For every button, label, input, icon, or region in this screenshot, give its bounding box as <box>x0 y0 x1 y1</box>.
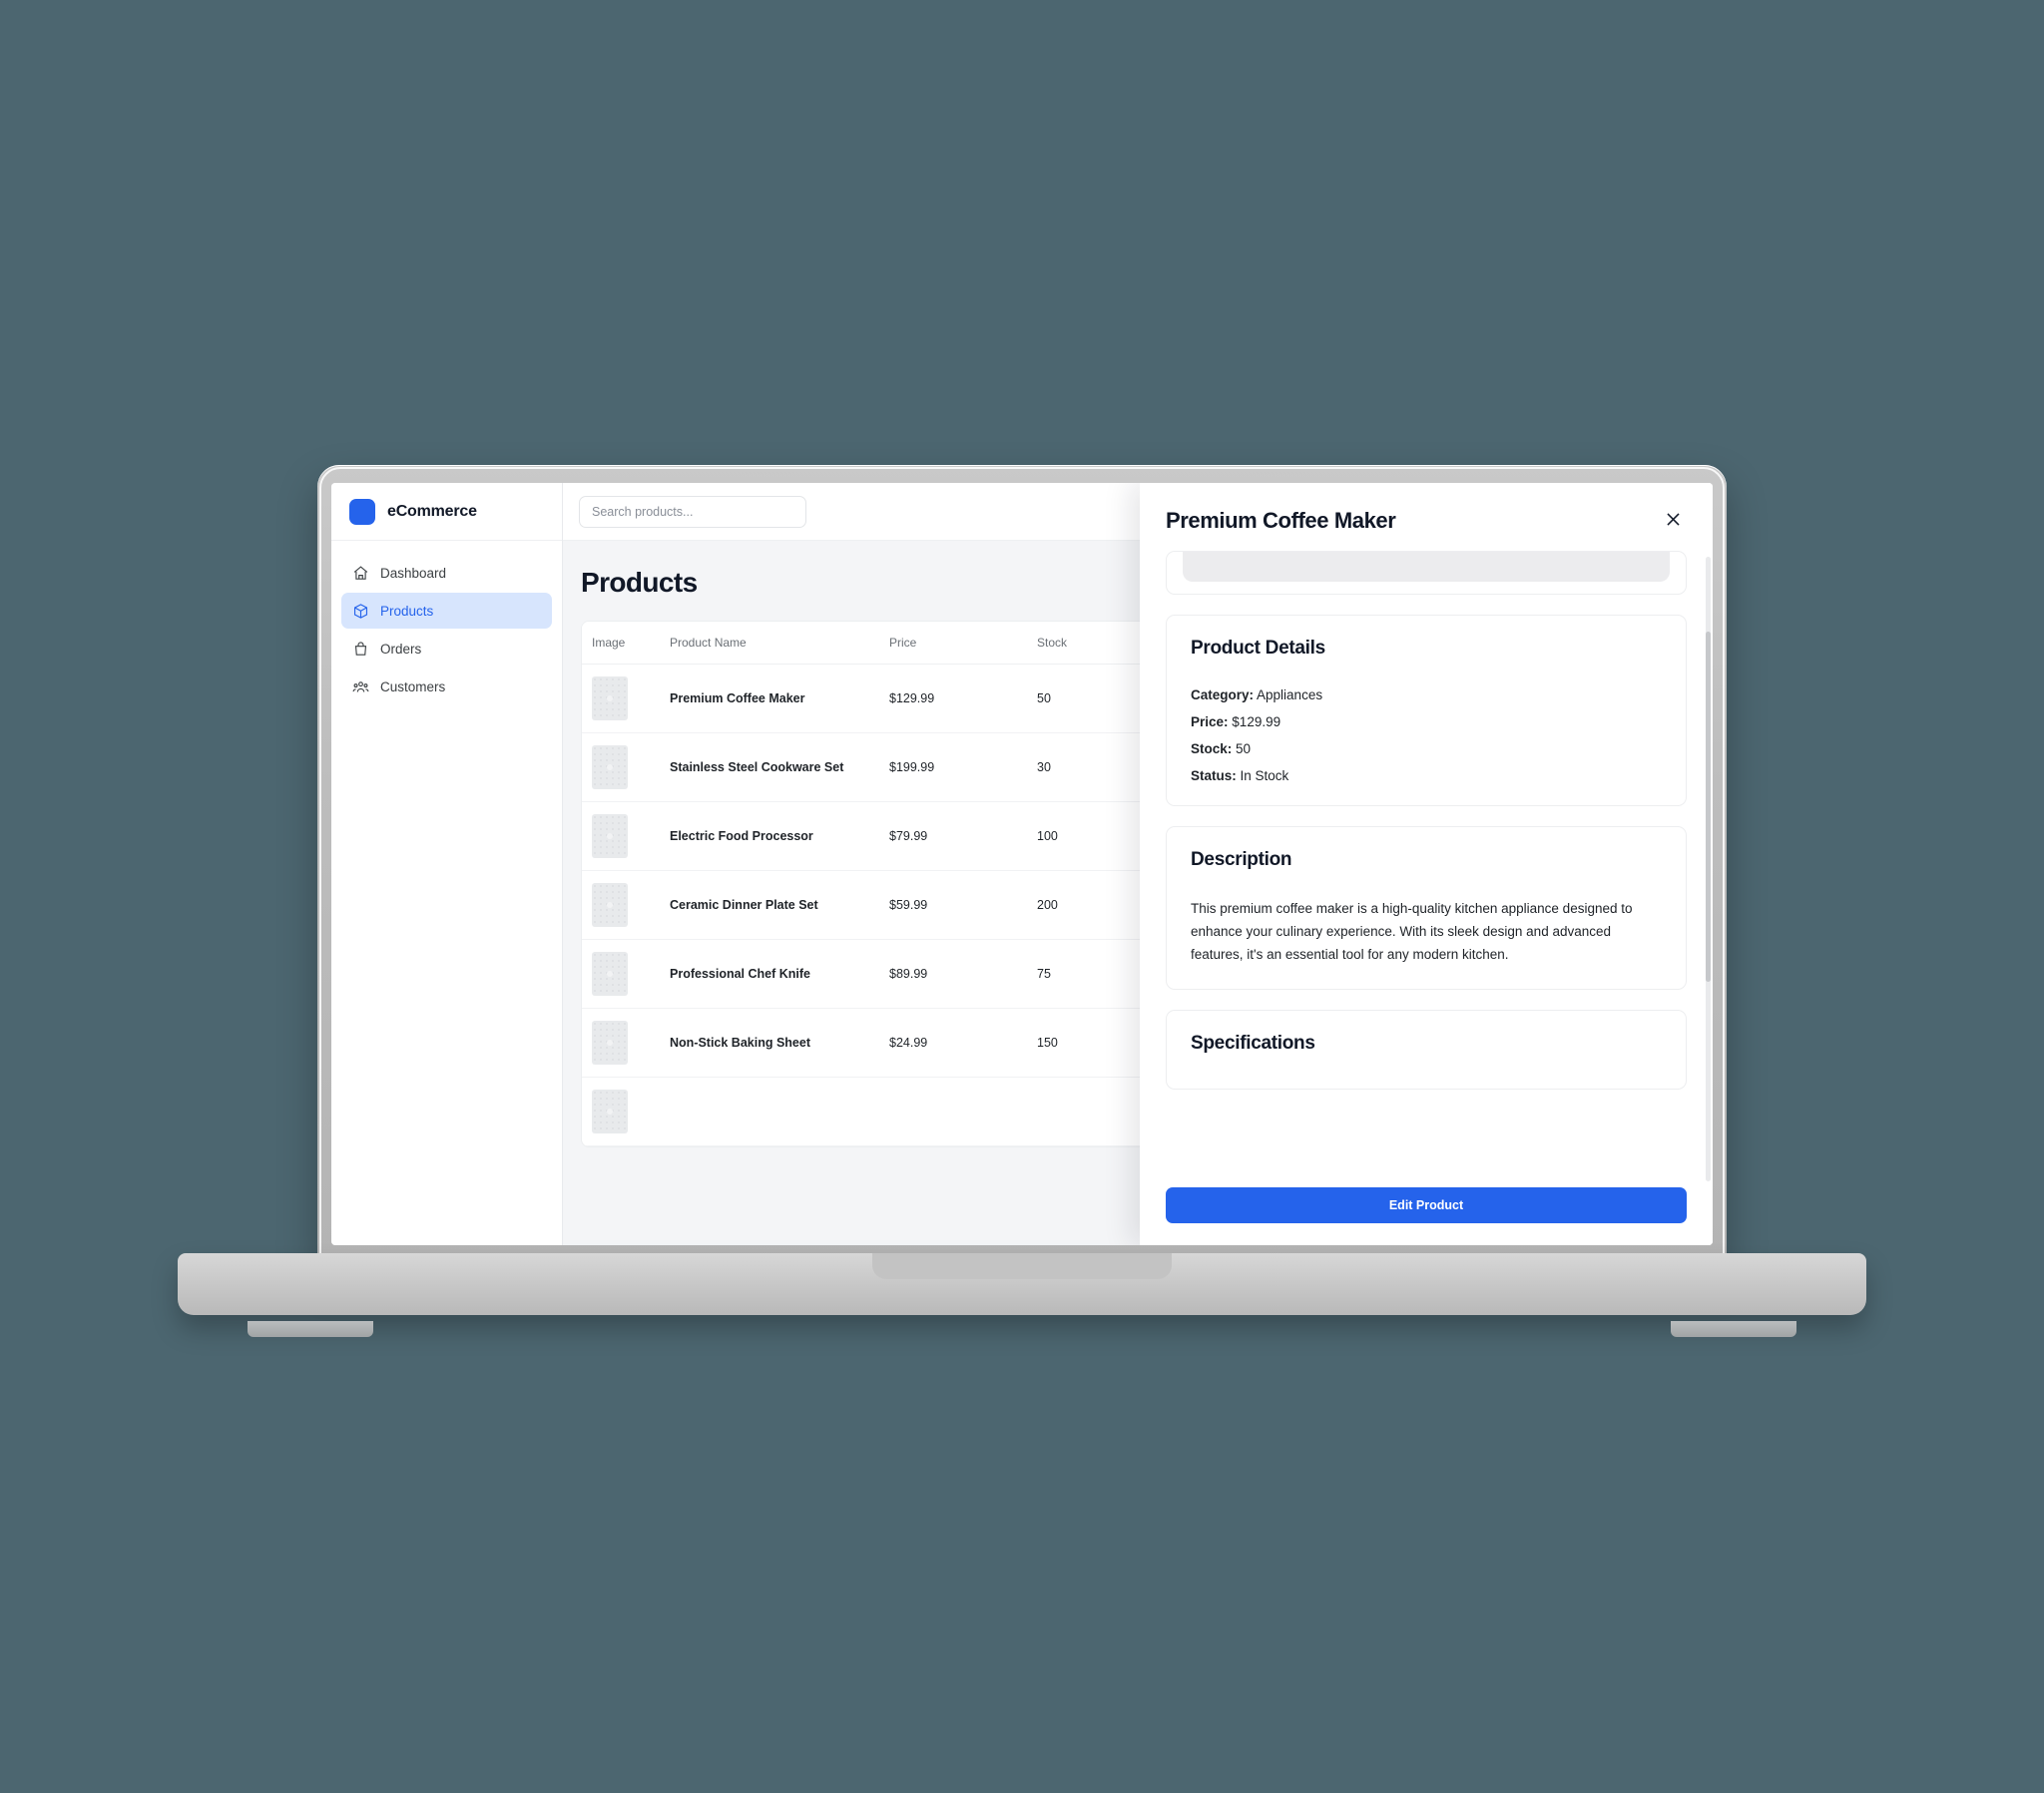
product-image-card <box>1166 551 1687 595</box>
close-icon <box>1664 510 1683 532</box>
cell-image <box>582 664 660 733</box>
stock-value: 50 <box>1236 741 1252 756</box>
status-label: Status: <box>1191 768 1237 783</box>
laptop-screen: eCommerce Dashboard Products Orders Cust… <box>331 483 1713 1245</box>
status-value: In Stock <box>1240 768 1289 783</box>
specifications-heading: Specifications <box>1191 1032 1315 1054</box>
product-image-placeholder <box>1183 552 1670 582</box>
description-card: Description This premium coffee maker is… <box>1166 826 1687 990</box>
laptop-lid: eCommerce Dashboard Products Orders Cust… <box>317 465 1727 1263</box>
sidebar-item-products[interactable]: Products <box>341 593 552 629</box>
cell-product-name: Non-Stick Baking Sheet <box>660 1008 879 1078</box>
cell-price: $89.99 <box>879 939 1027 1009</box>
edit-product-button[interactable]: Edit Product <box>1166 1187 1687 1223</box>
cell-product-name: Ceramic Dinner Plate Set <box>660 870 879 940</box>
product-details-heading: Product Details <box>1191 638 1325 659</box>
brand-name: eCommerce <box>387 502 477 520</box>
stock-label: Stock: <box>1191 741 1233 756</box>
product-thumbnail-placeholder <box>592 814 628 858</box>
description-text: This premium coffee maker is a high-qual… <box>1191 901 1633 963</box>
cell-price: $129.99 <box>879 664 1027 733</box>
cell-product-name: Stainless Steel Cookware Set <box>660 732 879 802</box>
brand-logo-icon <box>349 498 375 525</box>
cell-product-name: Electric Food Processor <box>660 801 879 871</box>
search-input[interactable] <box>579 495 806 528</box>
column-header-product-name[interactable]: Product Name <box>660 622 879 665</box>
specifications-card: Specifications <box>1166 1009 1687 1090</box>
sidebar-item-orders[interactable]: Orders <box>341 631 552 667</box>
laptop-base <box>178 1253 1866 1315</box>
detail-row-category: Category: Appliances <box>1191 687 1662 702</box>
cell-price: $79.99 <box>879 801 1027 871</box>
cell-image <box>582 870 660 940</box>
users-icon <box>352 678 369 695</box>
product-thumbnail-placeholder <box>592 952 628 996</box>
cell-price: $199.99 <box>879 732 1027 802</box>
detail-panel-body: Product Details Category: Appliances Pri… <box>1140 551 1713 1187</box>
scrollbar-thumb[interactable] <box>1706 632 1711 982</box>
cell-product-name <box>660 1077 879 1146</box>
price-value: $129.99 <box>1232 714 1281 729</box>
category-label: Category: <box>1191 687 1255 702</box>
sidebar: eCommerce Dashboard Products Orders Cust… <box>331 483 563 1245</box>
detail-row-stock: Stock: 50 <box>1191 741 1662 756</box>
sidebar-item-customers[interactable]: Customers <box>341 669 552 704</box>
laptop-mockup: eCommerce Dashboard Products Orders Cust… <box>178 465 1866 1349</box>
sidebar-item-label: Dashboard <box>380 565 447 581</box>
home-icon <box>352 565 369 582</box>
detail-panel-scrollbar[interactable] <box>1706 557 1711 1181</box>
cell-price: $59.99 <box>879 870 1027 940</box>
sidebar-item-label: Orders <box>380 641 422 657</box>
box-icon <box>352 603 369 620</box>
cell-product-name: Premium Coffee Maker <box>660 664 879 733</box>
cell-price: $24.99 <box>879 1008 1027 1078</box>
product-details-card: Product Details Category: Appliances Pri… <box>1166 615 1687 806</box>
close-button[interactable] <box>1659 507 1687 535</box>
product-thumbnail-placeholder <box>592 883 628 927</box>
cell-image <box>582 732 660 802</box>
cell-image <box>582 1077 660 1146</box>
description-heading: Description <box>1191 849 1292 870</box>
product-thumbnail-placeholder <box>592 676 628 720</box>
price-label: Price: <box>1191 714 1229 729</box>
cell-image <box>582 1008 660 1078</box>
product-thumbnail-placeholder <box>592 745 628 789</box>
column-header-image[interactable]: Image <box>582 622 660 665</box>
cell-image <box>582 939 660 1009</box>
cell-image <box>582 801 660 871</box>
product-thumbnail-placeholder <box>592 1021 628 1065</box>
cell-price <box>879 1077 1027 1146</box>
laptop-base-notch <box>872 1253 1172 1279</box>
sidebar-item-label: Customers <box>380 678 446 694</box>
detail-row-price: Price: $129.99 <box>1191 714 1662 729</box>
detail-panel-footer: Edit Product <box>1140 1187 1713 1245</box>
detail-panel-header: Premium Coffee Maker <box>1140 483 1713 551</box>
sidebar-item-dashboard[interactable]: Dashboard <box>341 555 552 591</box>
brand-header: eCommerce <box>331 483 562 541</box>
product-details-list: Category: Appliances Price: $129.99 Stoc… <box>1191 687 1662 783</box>
detail-row-status: Status: In Stock <box>1191 768 1662 783</box>
ecommerce-admin-app: eCommerce Dashboard Products Orders Cust… <box>331 483 1713 1245</box>
product-thumbnail-placeholder <box>592 1090 628 1133</box>
detail-panel-title: Premium Coffee Maker <box>1166 508 1396 533</box>
sidebar-nav: Dashboard Products Orders Customers <box>331 541 562 704</box>
sidebar-item-label: Products <box>380 603 434 619</box>
laptop-foot-right <box>1671 1321 1796 1337</box>
laptop-foot-left <box>248 1321 373 1337</box>
bag-icon <box>352 641 369 658</box>
category-value: Appliances <box>1257 687 1323 702</box>
column-header-price[interactable]: Price <box>879 622 1027 665</box>
product-detail-panel: Premium Coffee Maker Product Details Cat… <box>1140 483 1713 1245</box>
cell-product-name: Professional Chef Knife <box>660 939 879 1009</box>
